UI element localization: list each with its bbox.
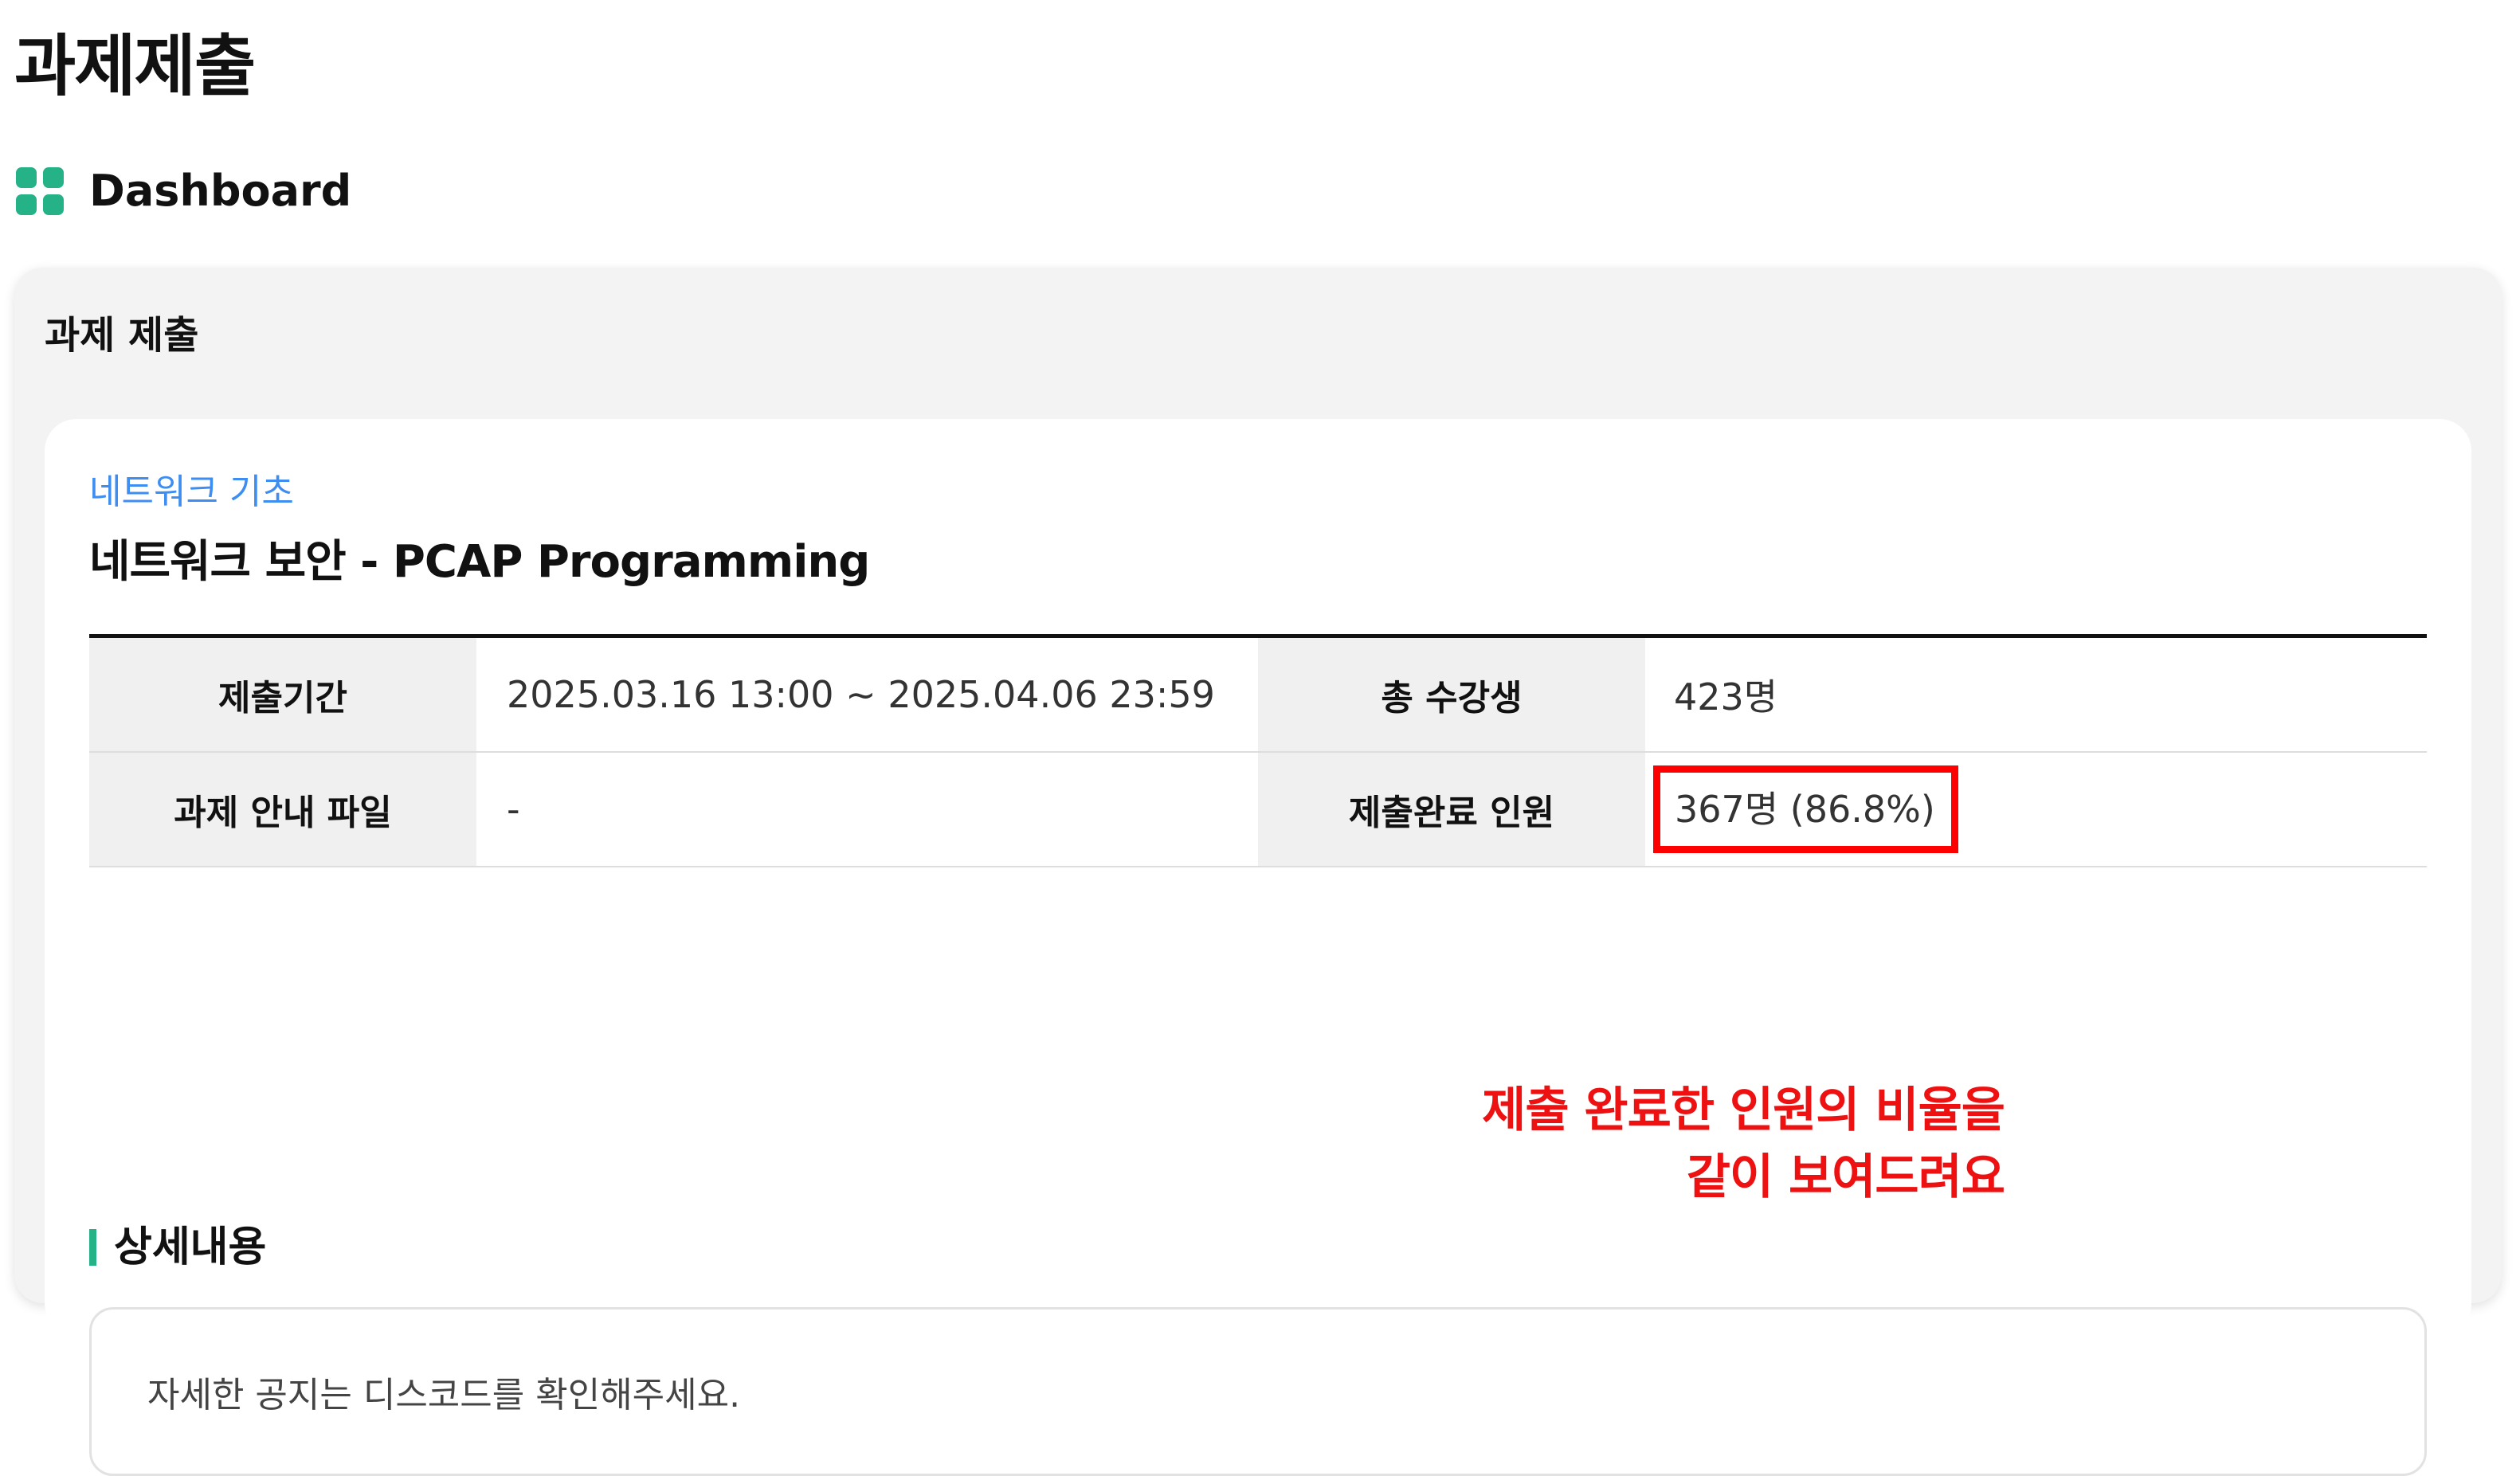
detail-content-box: 자세한 공지는 디스코드를 확인해주세요. <box>89 1307 2427 1476</box>
detail-heading: 상세내용 <box>89 1216 266 1279</box>
assignment-title: 네트워크 보안 - PCAP Programming <box>89 536 870 588</box>
detail-text: 자세한 공지는 디스코드를 확인해주세요. <box>147 1375 741 1415</box>
detail-title: 상세내용 <box>114 1223 267 1271</box>
completed-value-highlight: 367명 (86.8%) <box>1653 765 1958 853</box>
assignment-card: 네트워크 기초 네트워크 보안 - PCAP Programming 제출기간 … <box>45 419 2471 1476</box>
total-students-value: 423명 <box>1674 675 1778 718</box>
info-row: 과제 안내 파일 - 제출완료 인원 367명 (86.8%) <box>89 753 2427 867</box>
total-students-label: 총 수강생 <box>1258 638 1645 751</box>
guide-file-label: 과제 안내 파일 <box>89 753 476 866</box>
annotation-line-1: 제출 완료한 인원의 비율을 <box>1482 1083 2005 1138</box>
period-value: 2025.03.16 13:00 ~ 2025.04.06 23:59 <box>507 673 1215 716</box>
assignment-info-table: 제출기간 2025.03.16 13:00 ~ 2025.04.06 23:59… <box>89 634 2427 867</box>
dashboard-link[interactable]: Dashboard <box>16 163 351 219</box>
completed-cell: 367명 (86.8%) <box>1645 753 2427 866</box>
info-row: 제출기간 2025.03.16 13:00 ~ 2025.04.06 23:59… <box>89 638 2427 753</box>
heading-accent-bar <box>89 1229 96 1266</box>
annotation-note: 제출 완료한 인원의 비율을 같이 보여드려요 <box>1240 1077 2005 1211</box>
page-title: 과제제출 <box>14 27 256 105</box>
period-label: 제출기간 <box>89 638 476 751</box>
course-name-link[interactable]: 네트워크 기초 <box>89 468 294 516</box>
dashboard-label: Dashboard <box>89 166 352 216</box>
dashboard-grid-icon <box>16 167 64 215</box>
guide-file-value: - <box>507 788 520 831</box>
panel-title: 과제 제출 <box>45 313 199 358</box>
annotation-line-2: 같이 보여드려요 <box>1686 1149 2005 1205</box>
completed-label: 제출완료 인원 <box>1258 753 1645 866</box>
assignment-submission-panel: 과제 제출 네트워크 기초 네트워크 보안 - PCAP Programming… <box>14 268 2502 1476</box>
